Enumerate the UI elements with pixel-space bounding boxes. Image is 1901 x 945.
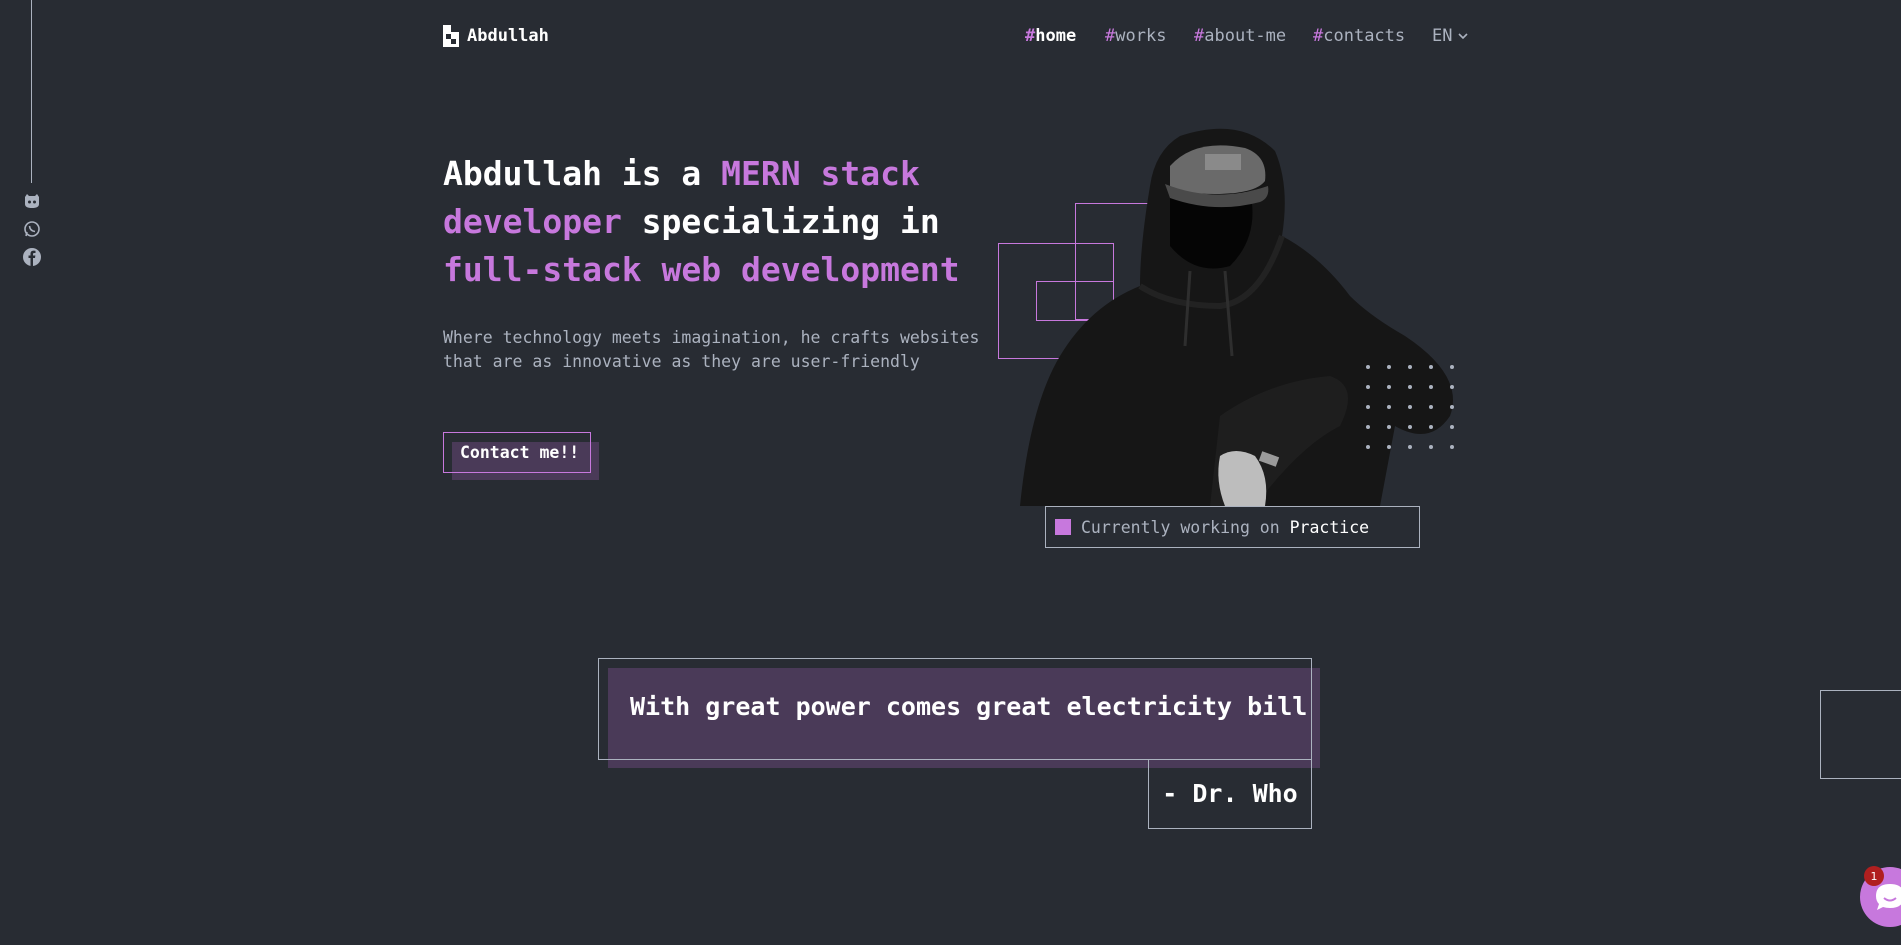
chat-notification-badge: 1 — [1864, 866, 1884, 886]
headline-highlight: full-stack web development — [443, 250, 960, 289]
contact-me-button[interactable]: Contact me!! — [443, 432, 591, 473]
social-rail-line — [31, 0, 32, 183]
decor-frame — [1820, 690, 1901, 779]
status-project: Practice — [1289, 517, 1370, 537]
nav-hash: # — [1105, 26, 1116, 46]
nav-hash: # — [1194, 26, 1205, 46]
nav-contacts[interactable]: #contacts — [1313, 26, 1405, 46]
status-square-icon — [1055, 519, 1071, 535]
github-icon[interactable] — [21, 190, 43, 212]
chat-bubble-icon — [1876, 884, 1901, 910]
hero-subtitle: Where technology meets imagination, he c… — [443, 328, 980, 371]
nav-hash: # — [1025, 26, 1036, 46]
logo-icon — [443, 25, 459, 47]
language-label: EN — [1432, 26, 1453, 46]
facebook-icon[interactable] — [21, 246, 43, 268]
status-text: Currently working on Practice — [1081, 518, 1369, 537]
nav-works[interactable]: #works — [1105, 26, 1166, 46]
headline-part: specializing in — [621, 202, 940, 241]
whatsapp-icon[interactable] — [21, 218, 43, 240]
current-work-status: Currently working on Practice — [1045, 506, 1420, 548]
site-logo[interactable]: Abdullah — [443, 25, 549, 47]
quote-text: With great power comes great electricity… — [630, 692, 1308, 721]
nav-about-me[interactable]: #about-me — [1194, 26, 1286, 46]
headline-part: Abdullah is a — [443, 154, 722, 193]
quote-author: - Dr. Who — [1148, 759, 1312, 829]
nav-home[interactable]: #home — [1025, 26, 1076, 46]
nav-hash: # — [1313, 26, 1324, 46]
hero-headline: Abdullah is a MERN stack developer speci… — [443, 150, 1003, 294]
nav-label: about-me — [1204, 26, 1287, 46]
nav-label: works — [1115, 26, 1167, 46]
language-selector[interactable]: EN — [1432, 26, 1469, 46]
dot-grid-decoration — [1366, 365, 1454, 449]
status-prefix: Currently working on — [1081, 517, 1290, 537]
nav-label: home — [1035, 26, 1077, 46]
chevron-down-icon — [1458, 32, 1469, 39]
nav-label: contacts — [1323, 26, 1406, 46]
logo-text: Abdullah — [467, 26, 549, 46]
